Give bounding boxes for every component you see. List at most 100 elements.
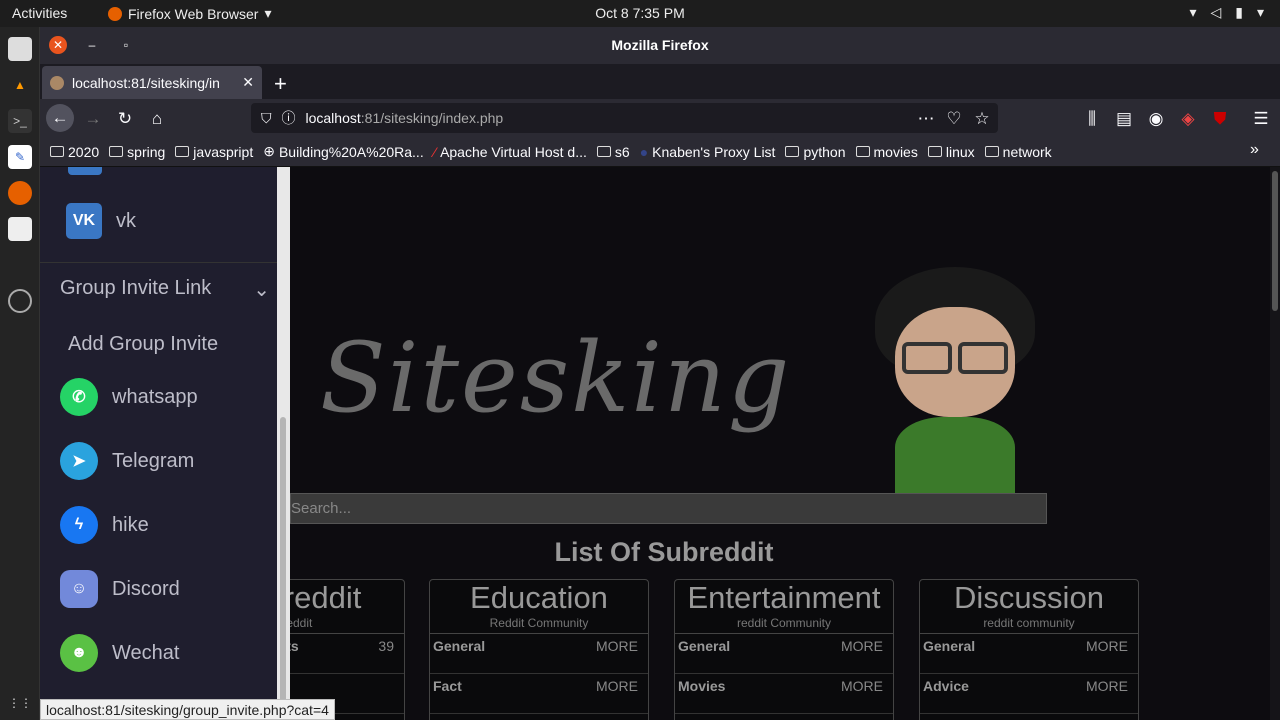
window-titlebar: ✕ – ▫ Mozilla Firefox: [40, 27, 1280, 64]
card-row[interactable]: [920, 714, 1138, 720]
bookmark-item[interactable]: network: [984, 143, 1052, 160]
bookmark-item[interactable]: spring: [109, 144, 165, 160]
show-apps-icon[interactable]: ⋮⋮: [8, 691, 32, 715]
terminal-icon[interactable]: >_: [8, 109, 32, 133]
sidebar-item-wechat[interactable]: ☻ Wechat: [60, 634, 179, 672]
dock: ▲ >_ ✎ ⋮⋮: [0, 27, 40, 720]
row-label: General: [678, 638, 731, 654]
card-row[interactable]: Fact MORE: [430, 674, 648, 714]
scrollbar-thumb[interactable]: [280, 417, 286, 717]
sidebar-item-label: Discord: [112, 577, 180, 600]
forward-button[interactable]: →: [81, 107, 105, 131]
home-button[interactable]: ⌂: [145, 107, 169, 131]
info-icon[interactable]: ⓘ: [282, 108, 296, 128]
search-input[interactable]: Search...: [290, 493, 1047, 524]
bookmark-star-icon[interactable]: ☆: [970, 107, 994, 131]
bookmark-item[interactable]: linux: [927, 144, 975, 160]
add-group-invite-link[interactable]: Add Group Invite: [68, 333, 218, 356]
sidebar-item-hike[interactable]: ϟ hike: [60, 506, 149, 544]
disc-icon[interactable]: [8, 289, 32, 313]
new-tab-button[interactable]: +: [274, 71, 287, 97]
page-scrollbar[interactable]: [1270, 167, 1280, 720]
scrollbar-thumb[interactable]: [1272, 171, 1278, 311]
sidebar-item-vk[interactable]: VK vk: [66, 203, 136, 239]
site-icon: ●: [639, 143, 649, 160]
document-viewer-icon[interactable]: [8, 217, 32, 241]
close-tab-icon[interactable]: ✕: [242, 74, 254, 91]
more-bookmarks-icon[interactable]: »: [1250, 141, 1259, 159]
card-row[interactable]: MORE: [430, 714, 648, 720]
firefox-dock-icon[interactable]: [8, 181, 32, 205]
battery-icon: ▮: [1235, 4, 1243, 20]
subreddit-card: Discussion reddit community General MORE Adv…: [919, 579, 1139, 720]
sidebar-item-label: Wechat: [112, 641, 180, 664]
bookmark-label: Building%20A%20Ra...: [278, 143, 424, 160]
folder-icon: [855, 146, 870, 157]
back-button[interactable]: ←: [46, 104, 74, 132]
bookmark-item[interactable]: python: [785, 144, 846, 160]
group-invite-header[interactable]: Group Invite Link ⌄: [60, 277, 270, 302]
bookmark-item[interactable]: movies: [855, 144, 918, 160]
card-row[interactable]: MORE: [675, 714, 893, 720]
extension-icon[interactable]: ◈: [1176, 107, 1200, 131]
card-row[interactable]: General MORE: [920, 634, 1138, 674]
sidebar-scrollbar[interactable]: [277, 167, 290, 720]
card-row[interactable]: Advice MORE: [920, 674, 1138, 714]
editor-icon[interactable]: ✎: [8, 145, 32, 169]
bookmark-item[interactable]: ⊕ Building%20A%20Ra...: [263, 143, 424, 160]
card-subtitle: reddit Community: [675, 616, 893, 634]
folder-icon: [596, 146, 611, 157]
page-actions-icon[interactable]: ⋯: [914, 107, 938, 131]
ublock-icon[interactable]: ⛊: [1208, 107, 1232, 131]
vlc-icon[interactable]: ▲: [8, 73, 32, 97]
chevron-down-icon: ▾: [1256, 4, 1264, 20]
sidebar-item-telegram[interactable]: ➤ Telegram: [60, 442, 194, 480]
more-link[interactable]: MORE: [596, 678, 638, 713]
url-bar[interactable]: ⛉ ⓘ localhost:81/sitesking/index.php: [251, 103, 998, 133]
more-link[interactable]: MORE: [596, 638, 638, 673]
folder-icon: [109, 146, 124, 157]
bookmark-label: Apache Virtual Host d...: [440, 143, 587, 160]
card-row[interactable]: Announcements 39: [290, 634, 404, 674]
sidebar-toggle-icon[interactable]: ▤: [1112, 107, 1136, 131]
bookmark-label: spring: [127, 143, 166, 160]
more-link[interactable]: MORE: [841, 678, 883, 713]
tab-active[interactable]: localhost:81/sitesking/in ✕: [42, 66, 262, 99]
chevron-down-icon: ⌄: [253, 279, 270, 301]
shield-icon[interactable]: ⛉: [261, 110, 272, 127]
sidebar-item-discord[interactable]: ☺ Discord: [60, 570, 180, 608]
bookmark-item[interactable]: javaspript: [175, 144, 253, 160]
navigation-toolbar: ← → ↻ ⌂ ⛉ ⓘ localhost:81/sitesking/index…: [40, 99, 1280, 137]
sidebar-item-whatsapp[interactable]: ✆ whatsapp: [60, 378, 198, 416]
system-tray[interactable]: ▾ ◁ ▮ ▾: [1189, 4, 1264, 21]
files-icon[interactable]: [8, 37, 32, 61]
card-title: Discussion: [954, 580, 1104, 615]
more-link[interactable]: MORE: [841, 638, 883, 673]
sidebar-item-label: Telegram: [112, 449, 195, 472]
bookmark-label: network: [1002, 143, 1052, 160]
url-host: localhost: [305, 110, 361, 126]
menu-icon[interactable]: ☰: [1249, 107, 1273, 131]
account-icon[interactable]: ◉: [1144, 107, 1168, 131]
row-label: General: [923, 638, 976, 654]
pocket-icon[interactable]: ♡: [942, 107, 966, 131]
volume-icon: ◁: [1210, 4, 1222, 20]
bookmark-item[interactable]: ⁄ Apache Virtual Host d...: [434, 144, 587, 160]
clock[interactable]: Oct 8 7:35 PM: [0, 5, 1280, 21]
card-row[interactable]: Movies MORE: [675, 674, 893, 714]
bookmark-item[interactable]: 2020: [50, 144, 99, 160]
more-link[interactable]: MORE: [1086, 638, 1128, 673]
card-row[interactable]: General MORE: [430, 634, 648, 674]
bookmark-item[interactable]: s6: [596, 144, 630, 160]
more-link[interactable]: MORE: [1086, 678, 1128, 713]
subreddit-card: Entertainment reddit Community General MORE…: [674, 579, 894, 720]
bookmark-item[interactable]: ● Knaben's Proxy List: [640, 144, 776, 160]
tab-title: localhost:81/sitesking/in: [72, 74, 220, 91]
more-link[interactable]: 39: [378, 638, 394, 673]
messenger-icon: ϟ: [60, 506, 98, 544]
sidebar-item-label: whatsapp: [112, 385, 198, 408]
card-row[interactable]: General MORE: [675, 634, 893, 674]
row-label: General: [433, 638, 486, 654]
reload-button[interactable]: ↻: [113, 107, 137, 131]
library-icon[interactable]: ⫼: [1080, 107, 1104, 131]
